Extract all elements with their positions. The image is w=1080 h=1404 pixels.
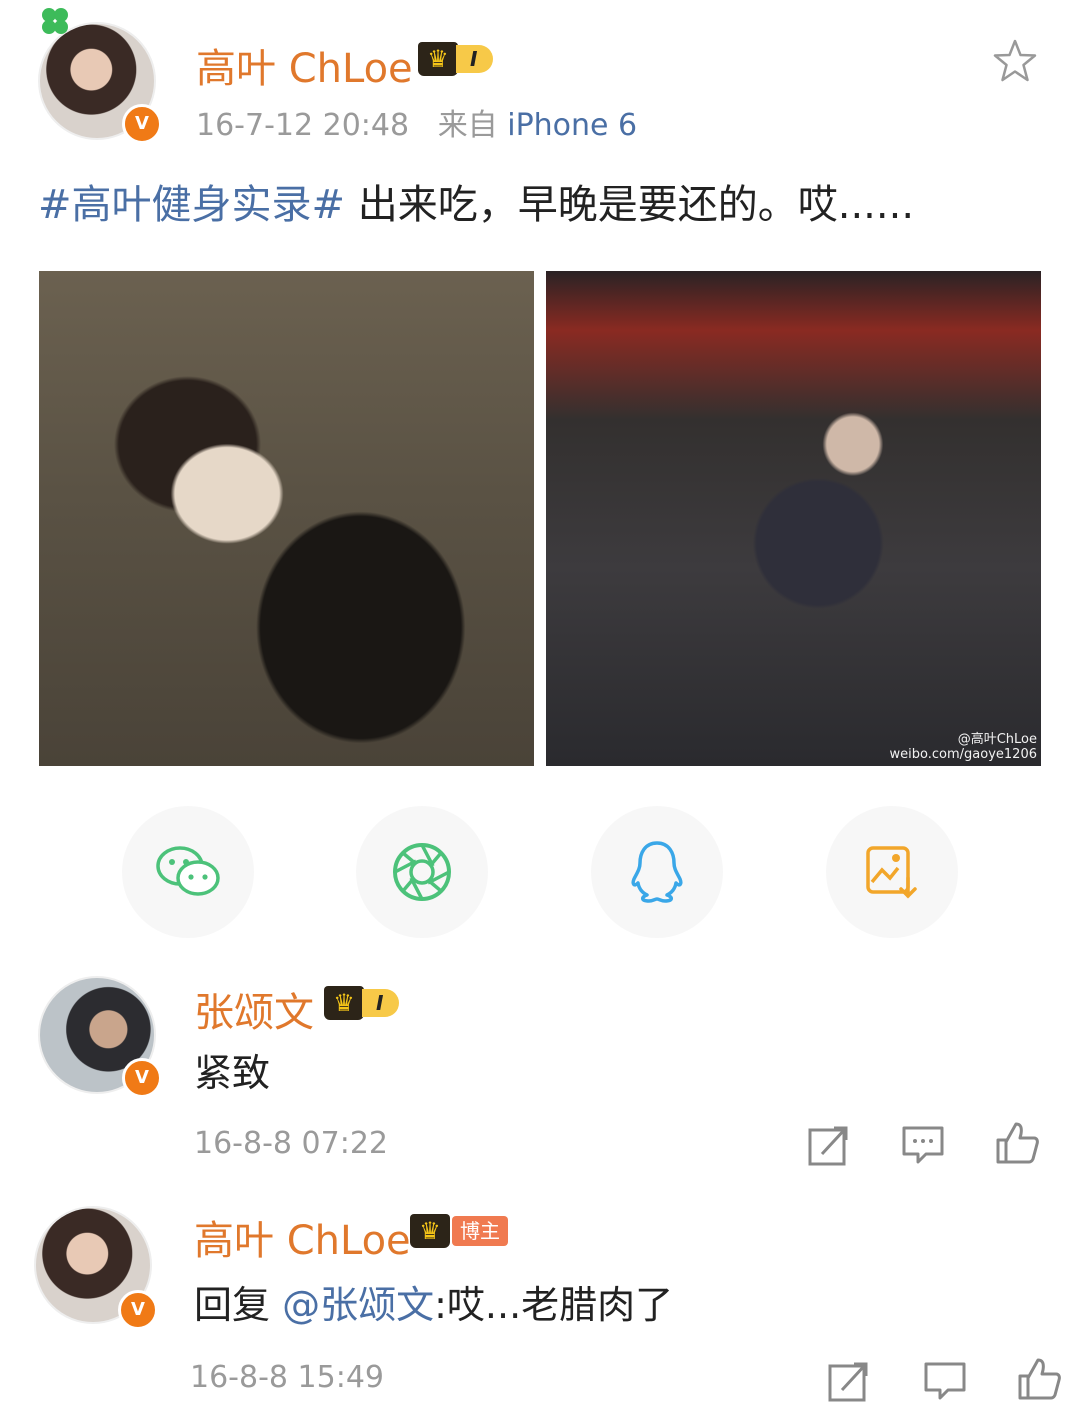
favorite-star-icon[interactable] — [992, 38, 1038, 84]
repost-icon[interactable] — [826, 1358, 872, 1404]
post-photo-1[interactable] — [39, 271, 534, 766]
comment-icon[interactable] — [900, 1122, 946, 1168]
post-body: #高叶健身实录# 出来吃，早晚是要还的。哎...... — [38, 172, 914, 230]
vip-crown-badge: ♛ I — [324, 986, 400, 1020]
comment-timestamp: 16-8-8 15:49 — [190, 1360, 384, 1395]
photo-watermark: @高叶ChLoe weibo.com/gaoye1206 — [890, 732, 1037, 762]
reply-text: :哎...老腊肉了 — [434, 1283, 674, 1327]
comment-text: 紧致 — [194, 1051, 271, 1095]
repost-icon[interactable] — [806, 1122, 852, 1168]
vip-level: I — [362, 989, 400, 1017]
verified-badge-icon: V — [122, 104, 162, 144]
crown-icon: ♛ — [418, 42, 458, 76]
vip-crown-badge: ♛ I — [418, 42, 494, 76]
reply-prefix: 回复 — [194, 1283, 283, 1327]
blogger-label: 博主 — [452, 1216, 508, 1246]
save-image-icon — [866, 846, 917, 899]
watermark-handle: @高叶ChLoe — [957, 732, 1037, 747]
vip-level: I — [456, 45, 494, 73]
crown-icon: ♛ — [410, 1214, 450, 1248]
wechat-icon — [156, 846, 220, 896]
verified-badge-icon: V — [118, 1290, 158, 1330]
post-text: 出来吃，早晚是要还的。哎...... — [345, 182, 915, 228]
qq-icon — [631, 841, 683, 903]
share-moments-button[interactable] — [356, 806, 488, 938]
watermark-url: weibo.com/gaoye1206 — [889, 747, 1037, 762]
post-timestamp: 16-7-12 20:48 — [196, 108, 410, 143]
post-author-name[interactable]: 高叶 ChLoe — [196, 36, 413, 94]
comment-author-name[interactable]: 张颂文 — [194, 980, 314, 1038]
crown-icon: ♛ — [324, 986, 364, 1020]
save-image-button[interactable] — [826, 806, 958, 938]
share-qq-button[interactable] — [591, 806, 723, 938]
blogger-badge: ♛ 博主 — [410, 1214, 508, 1248]
comment-author-name[interactable]: 高叶 ChLoe — [194, 1208, 411, 1266]
like-icon[interactable] — [1016, 1356, 1062, 1402]
topic-link[interactable]: #高叶健身实录# — [38, 182, 345, 228]
source-prefix: 来自 — [437, 108, 498, 143]
like-icon[interactable] — [994, 1120, 1040, 1166]
share-wechat-button[interactable] — [122, 806, 254, 938]
post-meta: 16-7-12 20:48 来自 iPhone 6 — [196, 100, 637, 144]
comment-icon[interactable] — [922, 1358, 968, 1404]
moments-icon — [393, 843, 451, 901]
post-photo-2[interactable]: @高叶ChLoe weibo.com/gaoye1206 — [546, 271, 1041, 766]
comment-timestamp: 16-8-8 07:22 — [194, 1126, 388, 1161]
source-device[interactable]: iPhone 6 — [507, 108, 637, 143]
mention-link[interactable]: @张颂文 — [282, 1283, 434, 1327]
verified-badge-icon: V — [122, 1058, 162, 1098]
clover-icon — [42, 8, 68, 34]
comment-text: 回复 @张颂文:哎...老腊肉了 — [194, 1274, 673, 1329]
